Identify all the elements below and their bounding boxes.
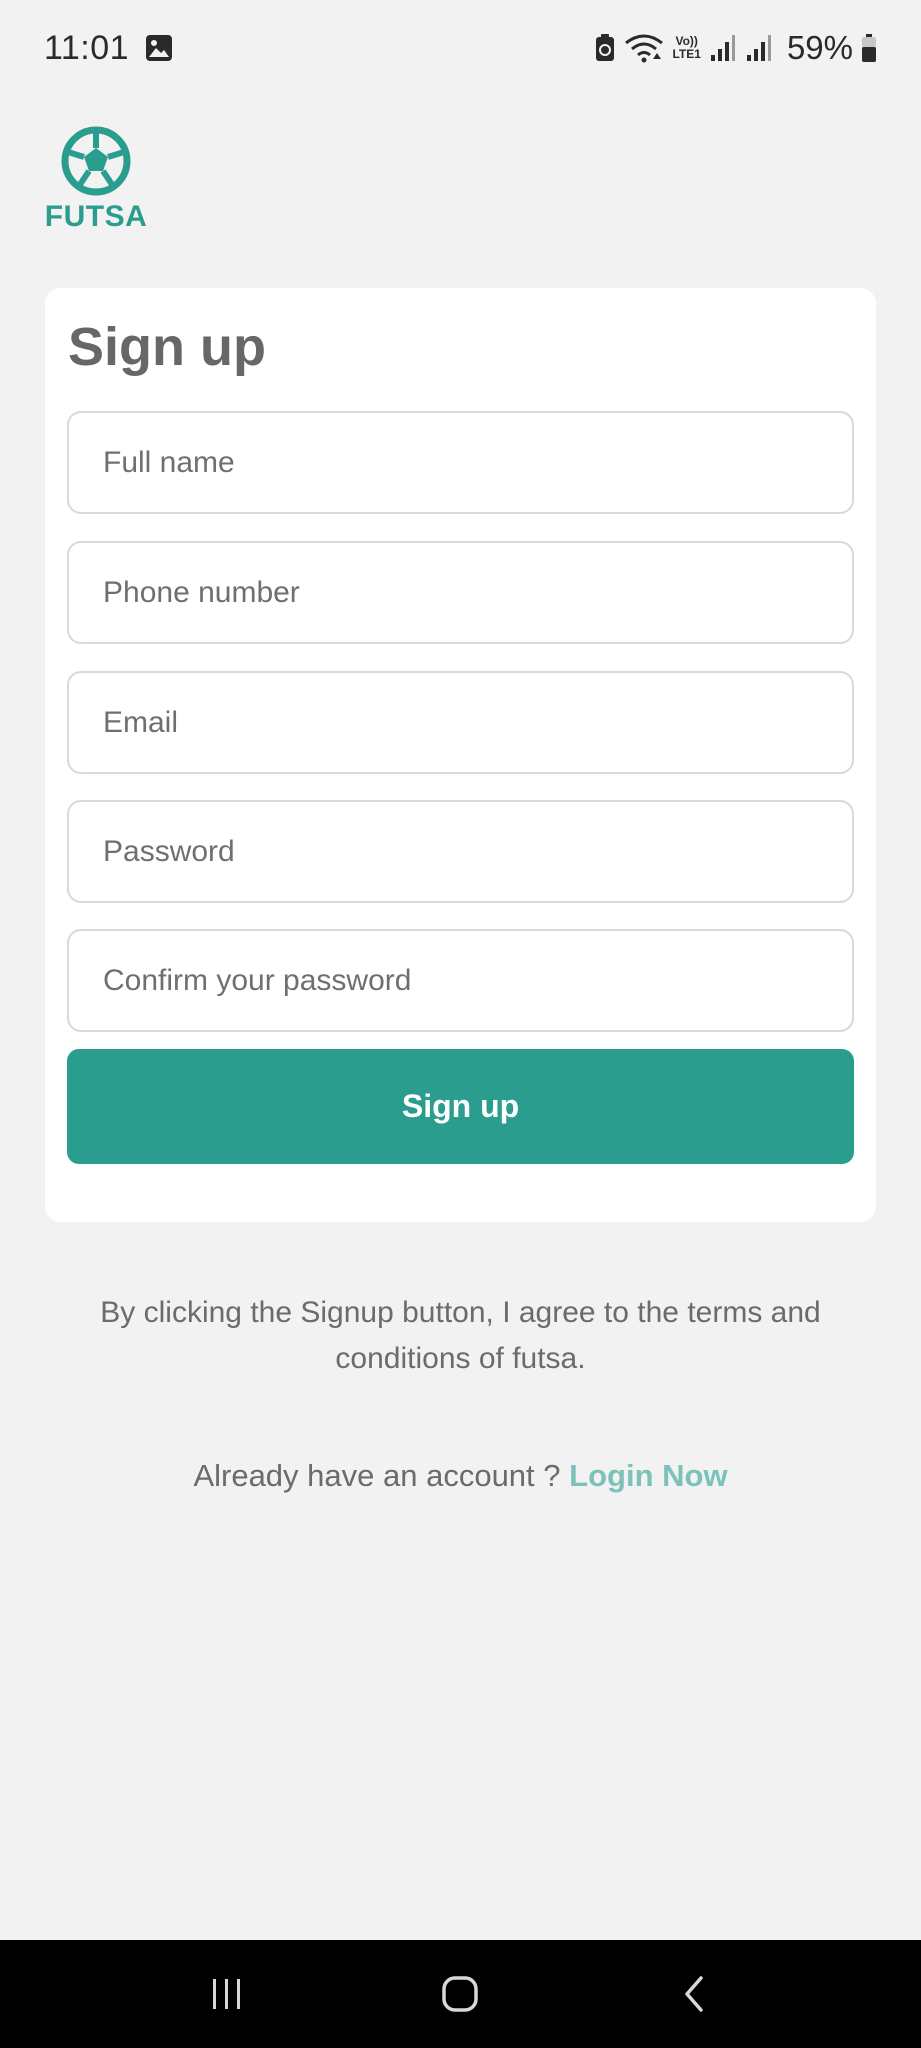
terms-text: By clicking the Signup button, I agree t… xyxy=(100,1296,821,1375)
confirm-password-input[interactable] xyxy=(103,963,852,998)
full-name-input[interactable] xyxy=(103,445,852,480)
gallery-notification-icon xyxy=(145,34,173,62)
battery-icon xyxy=(861,33,877,63)
recents-button[interactable] xyxy=(182,1954,272,2034)
battery-saver-icon xyxy=(594,33,616,63)
confirm-password-field[interactable] xyxy=(67,929,854,1032)
status-right: Vo)) LTE1 59% xyxy=(594,29,877,67)
signup-screen: 11:01 Vo)) LTE1 59% FUTSA Sign up Full n… xyxy=(0,0,921,2048)
soccer-ball-icon xyxy=(61,126,131,196)
phone-number-field[interactable] xyxy=(67,541,854,644)
back-icon xyxy=(679,1974,709,2014)
battery-percent: 59% xyxy=(786,29,853,66)
email-input[interactable] xyxy=(103,705,852,740)
login-prompt: Already have an account ? Login Now xyxy=(0,1458,921,1494)
email-field[interactable] xyxy=(67,671,854,774)
status-bar: 11:01 Vo)) LTE1 59% xyxy=(0,0,921,96)
page-title: Sign up xyxy=(68,317,266,377)
signup-button[interactable]: Sign up xyxy=(67,1049,854,1164)
home-button[interactable] xyxy=(415,1954,505,2034)
recents-icon xyxy=(209,1976,245,2012)
login-prompt-text: Already have an account ? xyxy=(193,1458,561,1493)
brand-logo: FUTSA xyxy=(44,126,148,234)
brand-name: FUTSA xyxy=(44,200,148,233)
back-button[interactable] xyxy=(649,1954,739,2034)
volte-icon: Vo)) LTE1 xyxy=(672,35,700,61)
wifi-icon xyxy=(624,33,664,63)
home-icon xyxy=(440,1974,480,2014)
status-time: 11:01 xyxy=(44,28,130,67)
lte-label: LTE1 xyxy=(672,47,701,61)
system-nav-bar xyxy=(0,1940,921,2048)
phone-number-input[interactable] xyxy=(103,575,852,610)
status-left: 11:01 xyxy=(44,29,173,68)
full-name-field[interactable] xyxy=(67,411,854,514)
signal-icon-sim2 xyxy=(745,33,773,63)
signal-icon-sim1 xyxy=(709,33,737,63)
signup-card: Sign up Sign up xyxy=(45,288,876,1222)
login-now-link[interactable]: Login Now xyxy=(569,1458,727,1493)
password-field[interactable] xyxy=(67,800,854,903)
password-input[interactable] xyxy=(103,834,852,869)
